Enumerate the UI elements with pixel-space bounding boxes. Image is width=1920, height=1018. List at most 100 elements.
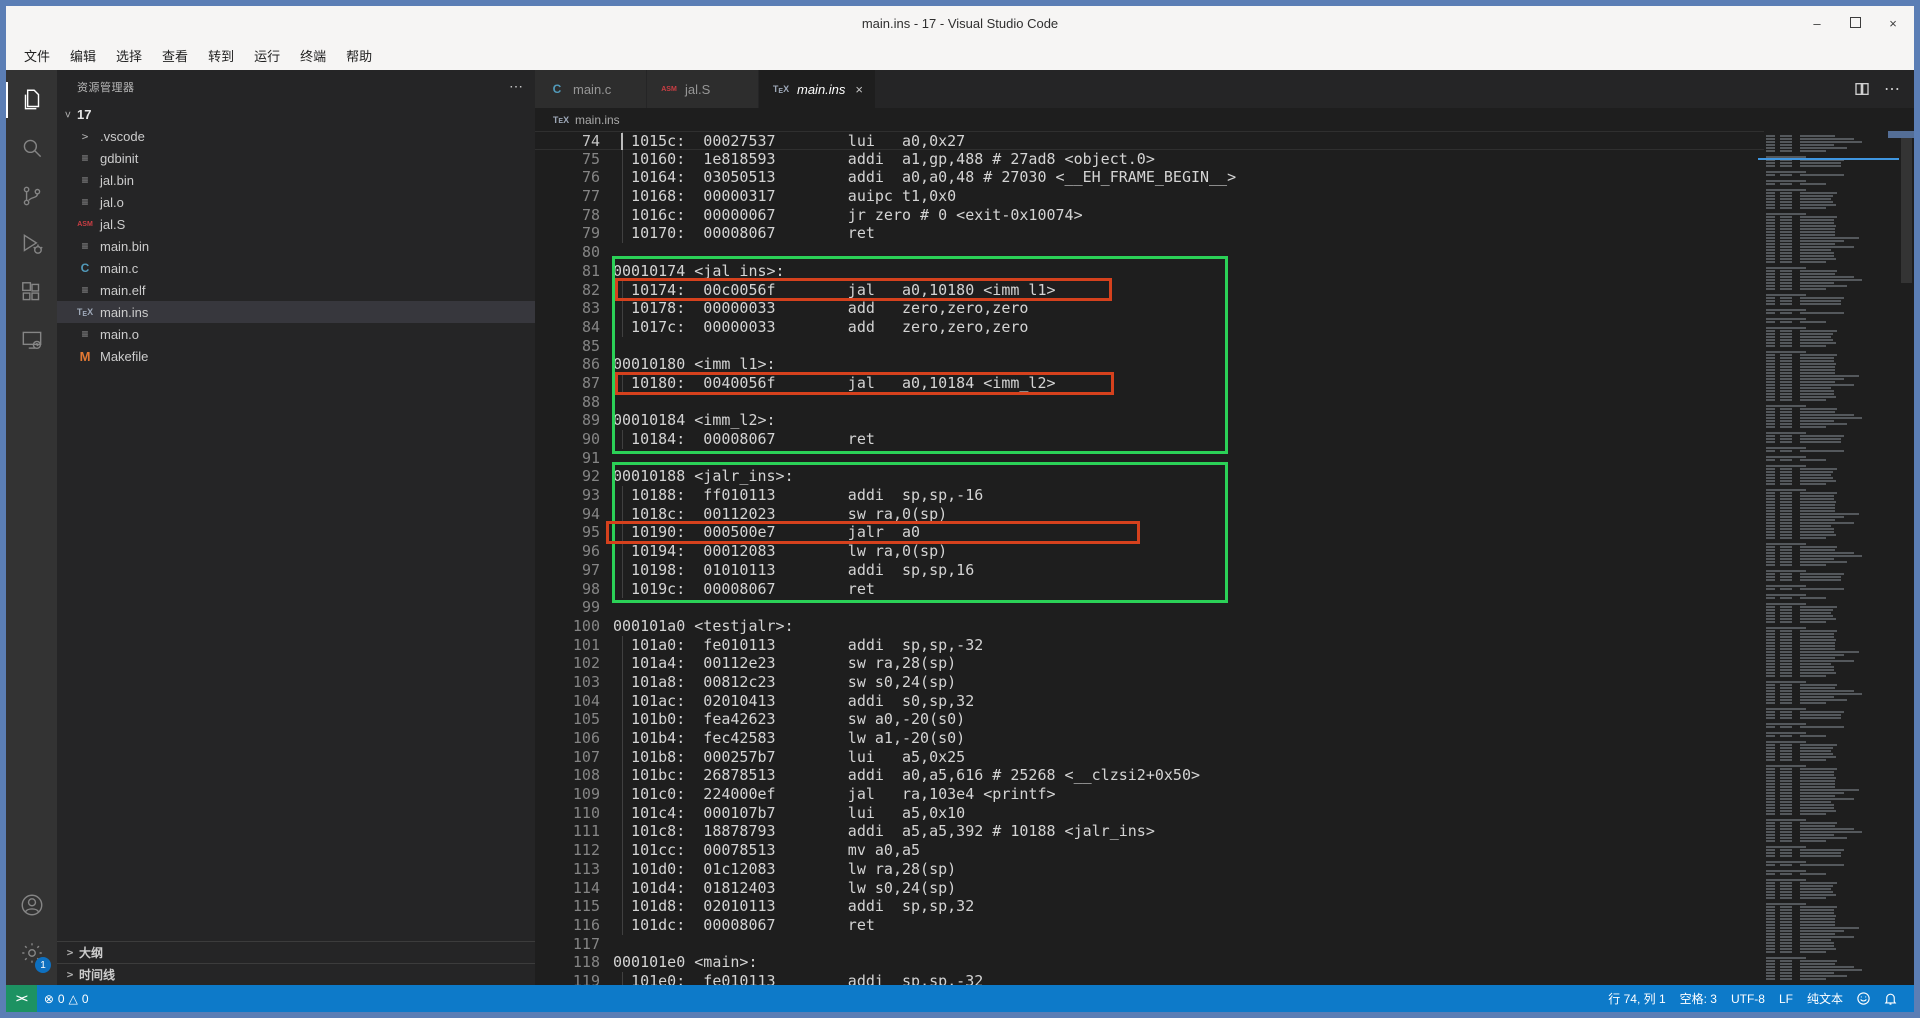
code-line[interactable]: 9200010188 <jalr_ins>: — [535, 467, 1764, 486]
scrollbar-thumb[interactable] — [1901, 133, 1912, 283]
code-line[interactable]: 106 101b4: fec42583 lw a1,-20(s0) — [535, 729, 1764, 748]
code-line[interactable]: 75 10160: 1e818593 addi a1,gp,488 # 27ad… — [535, 150, 1764, 169]
code-line[interactable]: 117 — [535, 935, 1764, 954]
menu-item-0[interactable]: 文件 — [14, 43, 60, 68]
more-actions-icon[interactable]: ⋯ — [509, 78, 523, 95]
code-line[interactable]: 80 — [535, 243, 1764, 262]
remote-explorer-icon[interactable] — [6, 316, 57, 364]
tree-item-Makefile[interactable]: MMakefile — [57, 345, 535, 367]
code-line[interactable]: 95 10190: 000500e7 jalr a0 — [535, 523, 1764, 542]
status-item-3[interactable]: LF — [1772, 985, 1800, 1012]
split-editor-icon[interactable] — [1854, 81, 1870, 97]
code-line[interactable]: 8900010184 <imm_l2>: — [535, 411, 1764, 430]
code-line[interactable]: 107 101b8: 000257b7 lui a5,0x25 — [535, 748, 1764, 767]
code-line[interactable]: 93 10188: ff010113 addi sp,sp,-16 — [535, 486, 1764, 505]
tab-main.c[interactable]: Cmain.c — [535, 70, 647, 108]
code-line[interactable]: 105 101b0: fea42623 sw a0,-20(s0) — [535, 710, 1764, 729]
code-line[interactable]: 108 101bc: 26878513 addi a0,a5,616 # 252… — [535, 766, 1764, 785]
tree-item-jal.S[interactable]: ASMjal.S — [57, 213, 535, 235]
tree-item-main.o[interactable]: ≡main.o — [57, 323, 535, 345]
code-line[interactable]: 96 10194: 00012083 lw ra,0(sp) — [535, 542, 1764, 561]
tree-item-main.c[interactable]: Cmain.c — [57, 257, 535, 279]
more-actions-icon[interactable]: ⋯ — [1884, 79, 1900, 99]
menu-item-7[interactable]: 帮助 — [336, 43, 382, 68]
code-line[interactable]: 77 10168: 00000317 auipc t1,0x0 — [535, 187, 1764, 206]
titlebar[interactable]: main.ins - 17 - Visual Studio Code – × — [6, 6, 1914, 40]
menu-item-4[interactable]: 转到 — [198, 43, 244, 68]
tab-main.ins[interactable]: TEXmain.ins× — [759, 70, 876, 108]
code-line[interactable]: 100000101a0 <testjalr>: — [535, 617, 1764, 636]
menu-item-1[interactable]: 编辑 — [60, 43, 106, 68]
status-item-4[interactable]: 纯文本 — [1800, 985, 1850, 1012]
tree-item-main.elf[interactable]: ≡main.elf — [57, 279, 535, 301]
tree-item-main.ins[interactable]: TEXmain.ins — [57, 301, 535, 323]
tree-item-jal.bin[interactable]: ≡jal.bin — [57, 169, 535, 191]
code-line[interactable]: 114 101d4: 01812403 lw s0,24(sp) — [535, 879, 1764, 898]
problems-status[interactable]: ⊗ 0 △ 0 — [37, 985, 96, 1012]
tab-jal.S[interactable]: ASMjal.S — [647, 70, 759, 108]
code-line[interactable]: 118000101e0 <main>: — [535, 953, 1764, 972]
feedback-icon[interactable] — [1850, 991, 1877, 1006]
code-line[interactable]: 119 101e0: fe010113 addi sp,sp,-32 — [535, 972, 1764, 985]
bell-icon[interactable] — [1877, 991, 1904, 1006]
code-line[interactable]: 109 101c0: 224000ef jal ra,103e4 <printf… — [535, 785, 1764, 804]
scrollbar[interactable] — [1899, 131, 1914, 985]
breadcrumb[interactable]: TEX main.ins — [535, 108, 1914, 131]
remote-indicator[interactable]: >< — [6, 985, 37, 1012]
code-line[interactable]: 8100010174 <jal_ins>: — [535, 262, 1764, 281]
menu-item-2[interactable]: 选择 — [106, 43, 152, 68]
status-item-0[interactable]: 行 74, 列 1 — [1601, 985, 1672, 1012]
code-line[interactable]: 88 — [535, 393, 1764, 412]
code-line[interactable]: 104 101ac: 02010413 addi s0,sp,32 — [535, 692, 1764, 711]
extensions-icon[interactable] — [6, 268, 57, 316]
minimize-icon[interactable]: – — [1810, 16, 1824, 31]
maximize-icon[interactable] — [1848, 16, 1862, 31]
code-line[interactable]: 94 1018c: 00112023 sw ra,0(sp) — [535, 505, 1764, 524]
code-line[interactable]: 82 10174: 00c0056f jal a0,10180 <imm_l1> — [535, 281, 1764, 300]
code-line[interactable]: 97 10198: 01010113 addi sp,sp,16 — [535, 561, 1764, 580]
code-line[interactable]: 74 1015c: 00027537 lui a0,0x27 — [535, 131, 1764, 150]
close-icon[interactable]: × — [855, 82, 863, 97]
tree-item-main.bin[interactable]: ≡main.bin — [57, 235, 535, 257]
search-icon[interactable] — [6, 124, 57, 172]
status-item-1[interactable]: 空格: 3 — [1673, 985, 1724, 1012]
code-line[interactable]: 83 10178: 00000033 add zero,zero,zero — [535, 299, 1764, 318]
code-line[interactable]: 110 101c4: 000107b7 lui a5,0x10 — [535, 804, 1764, 823]
source-control-icon[interactable] — [6, 172, 57, 220]
code-line[interactable]: 115 101d8: 02010113 addi sp,sp,32 — [535, 897, 1764, 916]
code-line[interactable]: 91 — [535, 449, 1764, 468]
code-line[interactable]: 8600010180 <imm_l1>: — [535, 355, 1764, 374]
menu-item-5[interactable]: 运行 — [244, 43, 290, 68]
code-line[interactable]: 101 101a0: fe010113 addi sp,sp,-32 — [535, 636, 1764, 655]
tree-root-folder[interactable]: > 17 — [57, 103, 535, 125]
code-line[interactable]: 87 10180: 0040056f jal a0,10184 <imm_l2> — [535, 374, 1764, 393]
code-line[interactable]: 85 — [535, 337, 1764, 356]
code-line[interactable]: 99 — [535, 598, 1764, 617]
menu-item-6[interactable]: 终端 — [290, 43, 336, 68]
code-line[interactable]: 116 101dc: 00008067 ret — [535, 916, 1764, 935]
status-item-2[interactable]: UTF-8 — [1724, 985, 1772, 1012]
code-line[interactable]: 76 10164: 03050513 addi a0,a0,48 # 27030… — [535, 168, 1764, 187]
account-icon[interactable] — [6, 881, 57, 929]
code-line[interactable]: 112 101cc: 00078513 mv a0,a5 — [535, 841, 1764, 860]
run-debug-icon[interactable] — [6, 220, 57, 268]
close-icon[interactable]: × — [1886, 16, 1900, 31]
menu-item-3[interactable]: 查看 — [152, 43, 198, 68]
tree-item-gdbinit[interactable]: ≡gdbinit — [57, 147, 535, 169]
tree-item-.vscode[interactable]: >.vscode — [57, 125, 535, 147]
sidebar-section-1[interactable]: >时间线 — [57, 963, 535, 985]
code-line[interactable]: 102 101a4: 00112e23 sw ra,28(sp) — [535, 654, 1764, 673]
code-line[interactable]: 103 101a8: 00812c23 sw s0,24(sp) — [535, 673, 1764, 692]
code-line[interactable]: 111 101c8: 18878793 addi a5,a5,392 # 101… — [535, 822, 1764, 841]
sidebar-section-0[interactable]: >大纲 — [57, 941, 535, 963]
code-line[interactable]: 78 1016c: 00000067 jr zero # 0 <exit-0x1… — [535, 206, 1764, 225]
code-line[interactable]: 113 101d0: 01c12083 lw ra,28(sp) — [535, 860, 1764, 879]
manage-icon[interactable]: 1 — [6, 929, 57, 977]
explorer-icon[interactable] — [6, 76, 57, 124]
code-line[interactable]: 79 10170: 00008067 ret — [535, 224, 1764, 243]
code-line[interactable]: 98 1019c: 00008067 ret — [535, 580, 1764, 599]
code-line[interactable]: 84 1017c: 00000033 add zero,zero,zero — [535, 318, 1764, 337]
minimap[interactable] — [1764, 131, 1899, 985]
code-lines[interactable]: 74 1015c: 00027537 lui a0,0x2775 10160: … — [535, 131, 1764, 985]
code-line[interactable]: 90 10184: 00008067 ret — [535, 430, 1764, 449]
